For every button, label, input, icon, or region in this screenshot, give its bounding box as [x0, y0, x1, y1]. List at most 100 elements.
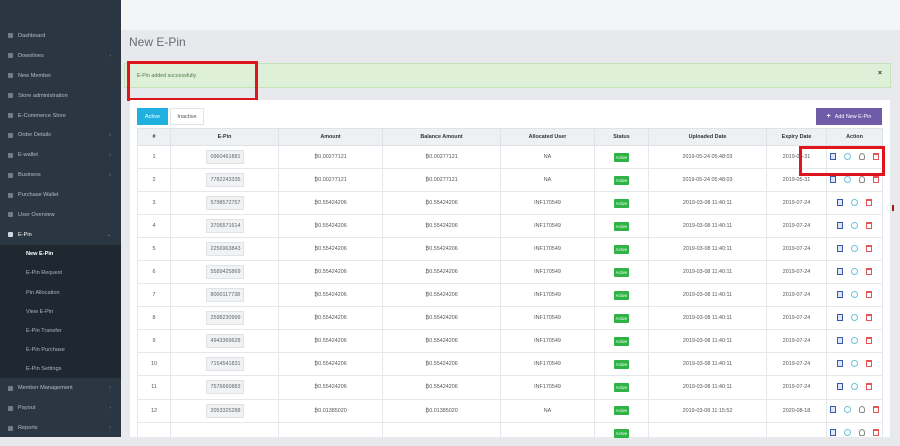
close-icon[interactable]: ×	[878, 70, 882, 77]
sidebar-item[interactable]: Store administration	[0, 86, 121, 106]
menu-icon	[8, 113, 13, 118]
copy-icon[interactable]	[837, 267, 843, 275]
delete-icon[interactable]	[866, 244, 872, 252]
sidebar-item[interactable]: Member Management ›	[0, 378, 121, 398]
sidebar-subitem[interactable]: E-Pin Purchase	[0, 340, 121, 360]
allocated-user-cell: INF170549	[500, 306, 595, 331]
uploaded-date-cell: 2019-03-08 11:40:11	[648, 375, 767, 400]
block-icon[interactable]	[851, 336, 858, 344]
block-icon[interactable]	[851, 290, 858, 298]
sidebar-item[interactable]: E-Commerce Store	[0, 106, 121, 126]
delete-icon[interactable]	[866, 359, 872, 367]
add-new-epin-button[interactable]: + Add New E-Pin	[816, 108, 882, 125]
sidebar-item-label: Store administration	[18, 92, 68, 99]
chevron-right-icon: ›	[109, 172, 111, 179]
copy-icon[interactable]	[837, 290, 843, 298]
epin-table: # E-Pin Amount Balance Amount Allocated User…	[137, 128, 883, 446]
column-header: Balance Amount	[382, 128, 501, 146]
uploaded-date-cell: 2019-05-24 05:48:03	[648, 144, 767, 170]
sidebar-item[interactable]: Purchase Wallet	[0, 185, 121, 205]
amount-cell: ₿0.55424206	[278, 237, 383, 262]
uploaded-date-cell: 2019-03-08 11:40:11	[648, 260, 767, 285]
sidebar-item[interactable]: Payout ›	[0, 398, 121, 418]
balance-cell: ₿0.00277121	[382, 168, 501, 193]
sidebar-item[interactable]: E-Pin ⌄	[0, 225, 121, 245]
table-row: 10 7154541831 ₿0.55424206 ₿0.55424206 INF170…	[137, 352, 883, 377]
sidebar-item[interactable]: New Member	[0, 66, 121, 86]
delete-icon[interactable]	[873, 429, 879, 437]
sidebar-item[interactable]: Business ›	[0, 165, 121, 185]
expiry-date-cell: 2019-07-24	[766, 352, 827, 377]
status-badge: Active	[613, 267, 630, 277]
status-badge: Active	[613, 221, 630, 231]
status-badge: Active	[613, 290, 630, 300]
sidebar-subitem[interactable]: E-Pin Settings	[0, 359, 121, 379]
tab-inactive[interactable]: Inactive	[170, 108, 204, 125]
delete-icon[interactable]	[873, 175, 879, 183]
copy-icon[interactable]	[837, 336, 843, 344]
copy-icon[interactable]	[837, 221, 843, 229]
uploaded-date-cell: 2019-03-08 11:40:11	[648, 329, 767, 354]
sidebar-subitem[interactable]: E-Pin Request	[0, 263, 121, 283]
copy-icon[interactable]	[830, 175, 836, 183]
block-icon[interactable]	[844, 429, 851, 437]
block-icon[interactable]	[844, 406, 851, 414]
block-icon[interactable]	[851, 198, 858, 206]
status-cell: Active	[594, 398, 649, 423]
menu-icon	[8, 385, 13, 391]
user-icon[interactable]	[859, 406, 865, 414]
sidebar-item[interactable]: Order Details ›	[0, 125, 121, 145]
menu-icon	[8, 152, 13, 158]
copy-icon[interactable]	[837, 244, 843, 252]
delete-icon[interactable]	[866, 267, 872, 275]
epin-cell	[170, 421, 279, 446]
block-icon[interactable]	[851, 313, 858, 321]
sidebar-item[interactable]: Reports ›	[0, 418, 121, 437]
copy-icon[interactable]	[837, 359, 843, 367]
delete-icon[interactable]	[866, 221, 872, 229]
user-icon[interactable]	[859, 429, 865, 437]
plus-icon: +	[826, 113, 831, 120]
status-badge: Active	[613, 152, 630, 162]
block-icon[interactable]	[844, 175, 851, 183]
sidebar-subitem[interactable]: View E-Pin	[0, 302, 121, 322]
delete-icon[interactable]	[866, 290, 872, 298]
delete-icon[interactable]	[866, 313, 872, 321]
epin-code: 4943369628	[205, 334, 244, 349]
block-icon[interactable]	[851, 221, 858, 229]
status-cell: Active	[594, 191, 649, 216]
expiry-date-cell: 2019-07-24	[766, 329, 827, 354]
column-header: E-Pin	[170, 128, 279, 146]
sidebar-item[interactable]: E-wallet ›	[0, 145, 121, 165]
uploaded-date-cell: 2019-03-08 11:40:11	[648, 283, 767, 308]
sidebar-item[interactable]: User Overview	[0, 205, 121, 225]
status-cell: Active	[594, 144, 649, 170]
copy-icon[interactable]	[837, 382, 843, 390]
sidebar-subitem[interactable]: E-Pin Transfer	[0, 321, 121, 341]
sidebar-subitem[interactable]: New E-Pin	[0, 244, 121, 264]
delete-icon[interactable]	[873, 406, 879, 414]
block-icon[interactable]	[851, 267, 858, 275]
balance-cell: ₿0.55424206	[382, 283, 501, 308]
block-icon[interactable]	[851, 359, 858, 367]
sidebar-subitem[interactable]: Pin Allocation	[0, 282, 121, 303]
block-icon[interactable]	[851, 382, 858, 390]
action-cell	[826, 352, 883, 377]
copy-icon[interactable]	[837, 198, 843, 206]
copy-icon[interactable]	[830, 429, 836, 437]
copy-icon[interactable]	[830, 406, 836, 414]
epin-code: 3706571614	[205, 219, 244, 234]
tab-active[interactable]: Active	[137, 108, 168, 125]
sidebar: Dashboard Downlines › New Member Store admin…	[0, 0, 121, 437]
block-icon[interactable]	[851, 244, 858, 252]
user-icon[interactable]	[859, 175, 865, 183]
delete-icon[interactable]	[866, 198, 872, 206]
epin-code: 0960461881	[205, 150, 244, 165]
copy-icon[interactable]	[837, 313, 843, 321]
delete-icon[interactable]	[866, 336, 872, 344]
table-row: 5 2256963843 ₿0.55424206 ₿0.55424206 INF1705…	[137, 237, 883, 262]
epin-cell: 5589425869	[170, 260, 279, 285]
delete-icon[interactable]	[866, 382, 872, 390]
sidebar-item[interactable]: Downlines ›	[0, 46, 121, 66]
sidebar-item[interactable]: Dashboard	[0, 26, 121, 46]
